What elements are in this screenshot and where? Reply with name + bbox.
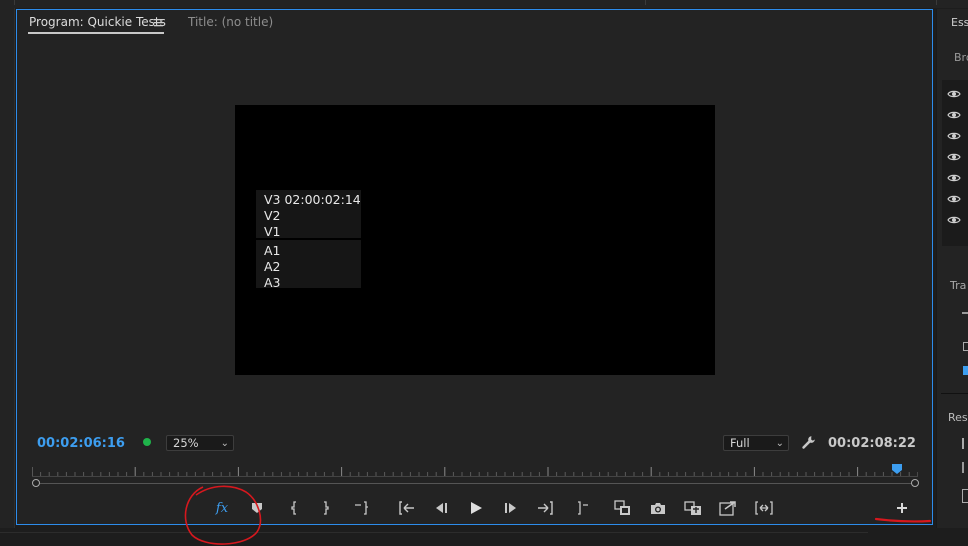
overlay-line: V3 02:00:02:14	[264, 192, 361, 207]
track-label: Tra	[950, 279, 967, 292]
lift-icon	[614, 500, 630, 515]
eye-icon[interactable]	[947, 168, 961, 187]
eye-icon[interactable]	[947, 84, 961, 103]
top-strip-segment	[646, 0, 937, 5]
zoom-scrollbar-track[interactable]	[36, 483, 916, 484]
active-tab-underline	[28, 32, 164, 34]
step-back-icon	[436, 503, 447, 513]
go-to-in-icon	[399, 501, 414, 515]
add-marker-button[interactable]	[247, 498, 267, 518]
top-strip-segment	[0, 0, 15, 5]
responsive-label: Resp	[948, 411, 968, 424]
align-icon[interactable]	[962, 312, 968, 314]
align-icon[interactable]	[963, 342, 968, 351]
extract-icon	[755, 501, 773, 515]
zoom-level-dropdown[interactable]: 25% ⌄	[166, 435, 234, 451]
marker-icon	[252, 503, 262, 513]
extract-button[interactable]	[754, 498, 774, 518]
overlay-line: A1	[264, 243, 281, 258]
zoom-scrollbar-left-handle[interactable]	[32, 479, 40, 487]
pin-icon[interactable]	[962, 438, 968, 449]
eye-icon[interactable]	[947, 105, 961, 124]
wrench-icon[interactable]	[801, 435, 816, 454]
browse-tab-label[interactable]: Bro	[954, 51, 968, 64]
play-button[interactable]	[466, 498, 486, 518]
insert-icon	[684, 501, 701, 515]
trim-button[interactable]	[572, 498, 592, 518]
mark-in-icon	[291, 501, 296, 515]
audio-track-overlay: A1 A2 A3	[256, 240, 361, 290]
checkbox-icon[interactable]	[962, 489, 968, 503]
overlay-line: V1	[264, 224, 281, 239]
tab-title[interactable]: Title: (no title)	[188, 15, 273, 29]
fx-icon: fx	[215, 500, 229, 516]
status-dot	[143, 438, 151, 446]
mark-out-button[interactable]	[316, 498, 336, 518]
chevron-down-icon: ⌄	[775, 438, 784, 449]
mark-out-icon	[324, 501, 329, 515]
overlay-line: V2	[264, 208, 281, 223]
play-icon	[470, 502, 482, 514]
insert-button[interactable]	[683, 498, 703, 518]
top-strip-segment	[15, 0, 646, 5]
export-frame-button[interactable]	[648, 498, 668, 518]
tab-program[interactable]: Program: Quickie Tests	[29, 15, 166, 29]
lift-button[interactable]	[613, 498, 633, 518]
button-editor-add-button[interactable]	[892, 498, 912, 518]
bottom-strip	[0, 528, 968, 546]
trim-icon	[578, 501, 588, 515]
playback-resolution-dropdown[interactable]: Full ⌄	[723, 435, 789, 451]
add-button-icon	[897, 503, 907, 513]
current-timecode[interactable]: 00:02:06:16	[37, 436, 125, 451]
overlay-line: A3	[264, 275, 281, 290]
playhead-marker[interactable]	[891, 464, 902, 474]
mark-clip-icon	[355, 501, 368, 515]
eye-icon[interactable]	[947, 126, 961, 145]
left-column	[0, 8, 15, 546]
align-icon[interactable]	[963, 366, 968, 375]
go-to-in-button[interactable]	[397, 498, 417, 518]
step-forward-button[interactable]	[501, 498, 521, 518]
fx-button[interactable]: fx	[212, 498, 232, 518]
overwrite-button[interactable]	[718, 498, 738, 518]
divider	[0, 532, 868, 533]
pin-icon[interactable]	[962, 462, 968, 473]
ruler-baseline	[32, 476, 918, 477]
mark-clip-button[interactable]	[351, 498, 371, 518]
go-to-out-icon	[538, 501, 553, 515]
video-track-overlay: V3 02:00:02:14 V2 V1	[256, 190, 361, 239]
eye-icon[interactable]	[947, 189, 961, 208]
overlay-line: A2	[264, 259, 281, 274]
menu-icon[interactable]	[154, 16, 163, 30]
eye-icon[interactable]	[947, 147, 961, 166]
mark-in-button[interactable]	[284, 498, 304, 518]
zoom-scrollbar-right-handle[interactable]	[911, 479, 919, 487]
top-strip	[0, 0, 968, 8]
chevron-down-icon: ⌄	[220, 438, 229, 449]
go-to-out-button[interactable]	[535, 498, 555, 518]
step-back-button[interactable]	[431, 498, 451, 518]
eye-icon[interactable]	[947, 210, 961, 229]
divider	[941, 393, 968, 394]
zoom-level-value: 25%	[173, 436, 199, 450]
step-forward-icon	[505, 503, 516, 513]
video-preview[interactable]: V3 02:00:02:14 V2 V1 A1 A2 A3	[235, 105, 715, 375]
panel-header-label[interactable]: Ess	[951, 16, 968, 29]
camera-icon	[651, 502, 665, 514]
playback-resolution-value: Full	[730, 436, 750, 450]
duration-timecode: 00:02:08:22	[828, 436, 916, 451]
overwrite-icon	[719, 501, 736, 516]
